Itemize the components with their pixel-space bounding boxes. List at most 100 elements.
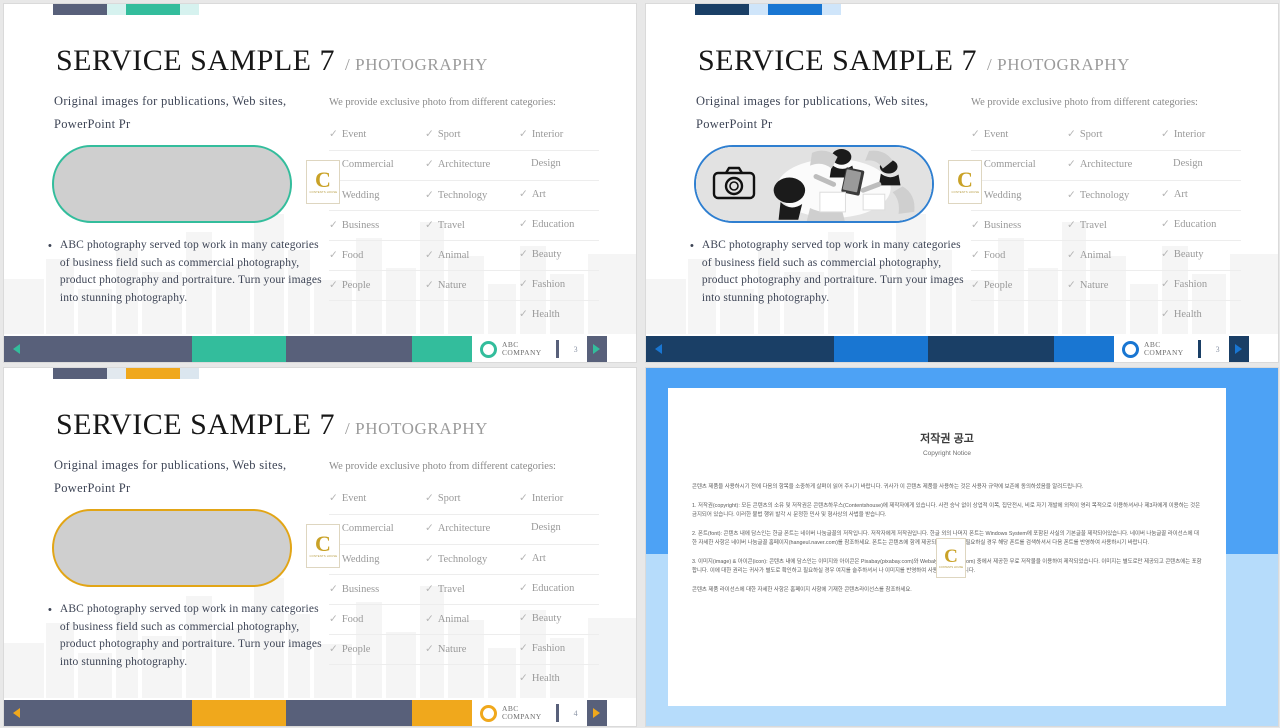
category-item[interactable]: ✓ Architecture (1067, 158, 1132, 170)
category-item[interactable]: ✓ Travel (1067, 219, 1107, 231)
category-item[interactable]: ✓ People (329, 279, 370, 291)
category-item[interactable]: ✓ Business (329, 219, 379, 231)
title-main: SERVICE SAMPLE 7 (698, 44, 977, 77)
check-icon: ✓ (425, 250, 434, 261)
category-label: Event (341, 129, 367, 140)
slide-blue[interactable]: SERVICE SAMPLE 7 / PHOTOGRAPHY Original … (646, 4, 1278, 362)
check-icon: ✓ (971, 129, 980, 140)
category-item[interactable]: ✓ Health (519, 672, 560, 684)
category-item[interactable]: ✓ Fashion (519, 642, 565, 654)
category-item[interactable]: ✓ Business (971, 219, 1021, 231)
prev-slide-button[interactable] (4, 336, 28, 362)
category-separator (329, 270, 599, 271)
category-item[interactable]: ✓ Travel (425, 219, 465, 231)
category-item[interactable]: ✓ Event (329, 128, 366, 140)
title-main: SERVICE SAMPLE 7 (56, 44, 335, 77)
category-item[interactable]: ✓ Architecture (425, 522, 490, 534)
category-item[interactable]: ✓ Interior (519, 492, 563, 504)
category-item[interactable]: ✓ Technology (1067, 189, 1129, 201)
category-item[interactable]: ✓ Beauty (519, 248, 562, 260)
category-item[interactable]: ✓ Beauty (519, 612, 562, 624)
category-item[interactable]: ✓ Interior (519, 128, 563, 140)
category-label: Food (983, 250, 1006, 261)
category-item[interactable]: Design (531, 522, 561, 533)
category-item[interactable]: ✓ Fashion (1161, 278, 1207, 290)
check-icon: ✓ (1161, 129, 1170, 140)
category-item[interactable]: ✓ Nature (425, 279, 466, 291)
category-item[interactable]: ✓ Health (519, 308, 560, 320)
category-item[interactable]: ✓ Art (519, 188, 546, 200)
photo-placeholder[interactable] (52, 509, 292, 587)
copyright-panel: 저작권 공고 Copyright Notice 콘텐츠 제품을 사용하시기 전에… (668, 388, 1226, 706)
photo-people-around-table[interactable] (694, 145, 934, 223)
copyright-paragraph: 1. 저작권(copyright): 모든 콘텐츠의 소유 및 저작권은 콘텐츠… (692, 502, 1201, 519)
category-item[interactable]: ✓ Sport (425, 128, 461, 140)
footer-band-2 (192, 700, 286, 726)
category-item[interactable]: ✓ Travel (425, 583, 465, 595)
category-item[interactable]: ✓ Fashion (519, 278, 565, 290)
check-icon: ✓ (425, 523, 434, 534)
category-item[interactable]: ✓ Food (971, 249, 1005, 261)
arrow-left-icon (12, 708, 20, 718)
check-icon: ✓ (1067, 220, 1076, 231)
next-slide-button[interactable] (1228, 336, 1249, 362)
category-item[interactable]: ✓ Beauty (1161, 248, 1204, 260)
slide-teal[interactable]: SERVICE SAMPLE 7 / PHOTOGRAPHY Original … (4, 4, 636, 362)
category-item[interactable]: ✓ Event (329, 492, 366, 504)
category-item[interactable]: ✓ Education (519, 582, 574, 594)
prev-slide-button[interactable] (4, 700, 28, 726)
category-item[interactable]: ✓ Event (971, 128, 1008, 140)
next-slide-button[interactable] (586, 700, 607, 726)
category-item[interactable]: ✓ Interior (1161, 128, 1205, 140)
category-label: People (983, 280, 1013, 291)
watermark-letter: C (944, 545, 958, 567)
title-main: SERVICE SAMPLE 7 (56, 408, 335, 441)
page-title: SERVICE SAMPLE 7 / PHOTOGRAPHY (56, 44, 488, 78)
category-item[interactable]: ✓ Animal (425, 613, 469, 625)
category-item[interactable]: Design (531, 158, 561, 169)
category-item[interactable]: ✓ Technology (425, 553, 487, 565)
category-item[interactable]: ✓ Health (1161, 308, 1202, 320)
category-item[interactable]: ✓ Art (519, 552, 546, 564)
category-item[interactable]: ✓ Education (1161, 218, 1216, 230)
category-item[interactable]: ✓ People (971, 279, 1012, 291)
category-item[interactable]: ✓ Architecture (425, 158, 490, 170)
check-icon: ✓ (1067, 129, 1076, 140)
category-separator (971, 180, 1241, 181)
check-icon: ✓ (425, 129, 434, 140)
category-item[interactable]: ✓ Animal (425, 249, 469, 261)
category-item[interactable]: ✓ Technology (425, 189, 487, 201)
category-label: Food (341, 614, 364, 625)
category-item[interactable]: ✓ Nature (425, 643, 466, 655)
photo-placeholder[interactable] (52, 145, 292, 223)
ring-logo-icon (480, 340, 497, 358)
page-title: SERVICE SAMPLE 7 / PHOTOGRAPHY (698, 44, 1130, 78)
category-item[interactable]: Design (1173, 158, 1203, 169)
category-item[interactable]: ✓ Nature (1067, 279, 1108, 291)
category-item[interactable]: ✓ People (329, 643, 370, 655)
check-icon: ✓ (1067, 280, 1076, 291)
footer-band-1 (28, 336, 192, 362)
footer-divider (1197, 340, 1201, 358)
category-item[interactable]: ✓ Business (329, 583, 379, 595)
category-item[interactable]: ✓ Food (329, 613, 363, 625)
next-slide-button[interactable] (586, 336, 607, 362)
company-logo: ABC COMPANY (472, 336, 550, 362)
title-subtitle: / PHOTOGRAPHY (986, 55, 1131, 74)
category-item[interactable]: ✓ Food (329, 249, 363, 261)
category-label: Travel (1079, 220, 1107, 231)
category-label: Business (983, 220, 1022, 231)
category-item[interactable]: ✓ Animal (1067, 249, 1111, 261)
footer-band-1 (670, 336, 834, 362)
category-item[interactable]: ✓ Art (1161, 188, 1188, 200)
slide-gold[interactable]: SERVICE SAMPLE 7 / PHOTOGRAPHY Original … (4, 368, 636, 726)
category-label: Fashion (531, 643, 566, 654)
category-item[interactable]: ✓ Sport (1067, 128, 1103, 140)
prev-slide-button[interactable] (646, 336, 670, 362)
category-item[interactable]: ✓ Education (519, 218, 574, 230)
category-separator (971, 210, 1241, 211)
page-number: 3 (573, 344, 578, 354)
category-label: Commercial (341, 523, 394, 534)
category-item[interactable]: ✓ Sport (425, 492, 461, 504)
slide-copyright-notice[interactable]: 저작권 공고 Copyright Notice 콘텐츠 제품을 사용하시기 전에… (646, 368, 1278, 726)
